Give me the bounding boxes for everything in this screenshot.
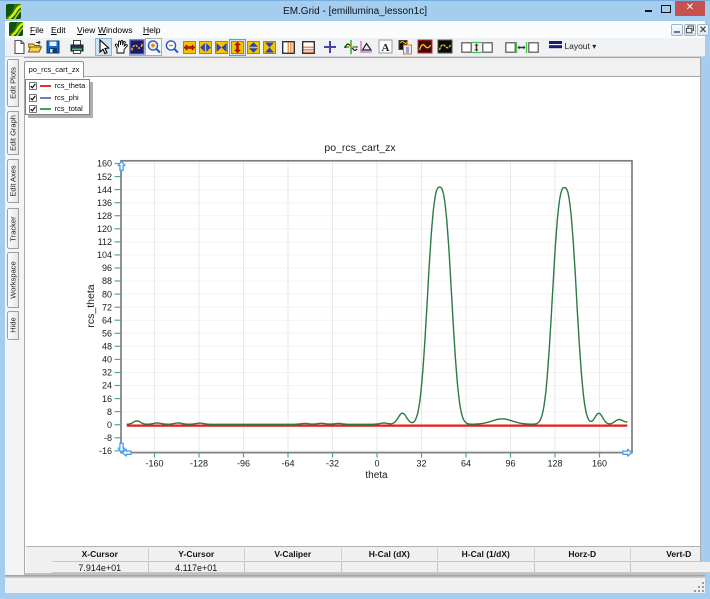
svg-text:0: 0 [374, 459, 379, 469]
svg-text:144: 144 [97, 185, 112, 195]
svg-text:-128: -128 [190, 459, 208, 469]
svg-text:88: 88 [102, 276, 112, 286]
svg-text:32: 32 [416, 459, 426, 469]
svg-text:-160: -160 [145, 459, 163, 469]
svg-text:160: 160 [592, 459, 607, 469]
svg-text:-32: -32 [326, 459, 339, 469]
svg-text:56: 56 [102, 329, 112, 339]
svg-text:-96: -96 [237, 459, 250, 469]
svg-text:80: 80 [102, 289, 112, 299]
svg-text:104: 104 [97, 250, 112, 260]
svg-text:96: 96 [505, 459, 515, 469]
svg-text:16: 16 [102, 394, 112, 404]
svg-text:160: 160 [97, 159, 112, 169]
svg-text:32: 32 [102, 368, 112, 378]
svg-text:48: 48 [102, 342, 112, 352]
svg-text:128: 128 [97, 211, 112, 221]
svg-text:112: 112 [98, 237, 112, 247]
svg-text:po_rcs_cart_zx: po_rcs_cart_zx [324, 142, 396, 154]
svg-text:rcs_theta: rcs_theta [85, 284, 97, 327]
svg-text:128: 128 [547, 459, 562, 469]
svg-text:0: 0 [107, 420, 112, 430]
svg-text:64: 64 [461, 459, 471, 469]
svg-text:-8: -8 [104, 433, 112, 443]
svg-text:-64: -64 [281, 459, 294, 469]
svg-text:40: 40 [102, 355, 112, 365]
svg-text:64: 64 [102, 315, 112, 325]
svg-text:24: 24 [102, 381, 112, 391]
svg-text:96: 96 [102, 263, 112, 273]
svg-text:theta: theta [365, 470, 388, 481]
svg-text:136: 136 [97, 198, 112, 208]
svg-text:8: 8 [107, 407, 112, 417]
svg-text:120: 120 [97, 224, 112, 234]
svg-text:72: 72 [102, 302, 112, 312]
svg-text:-16: -16 [99, 446, 112, 456]
svg-text:152: 152 [97, 172, 112, 182]
